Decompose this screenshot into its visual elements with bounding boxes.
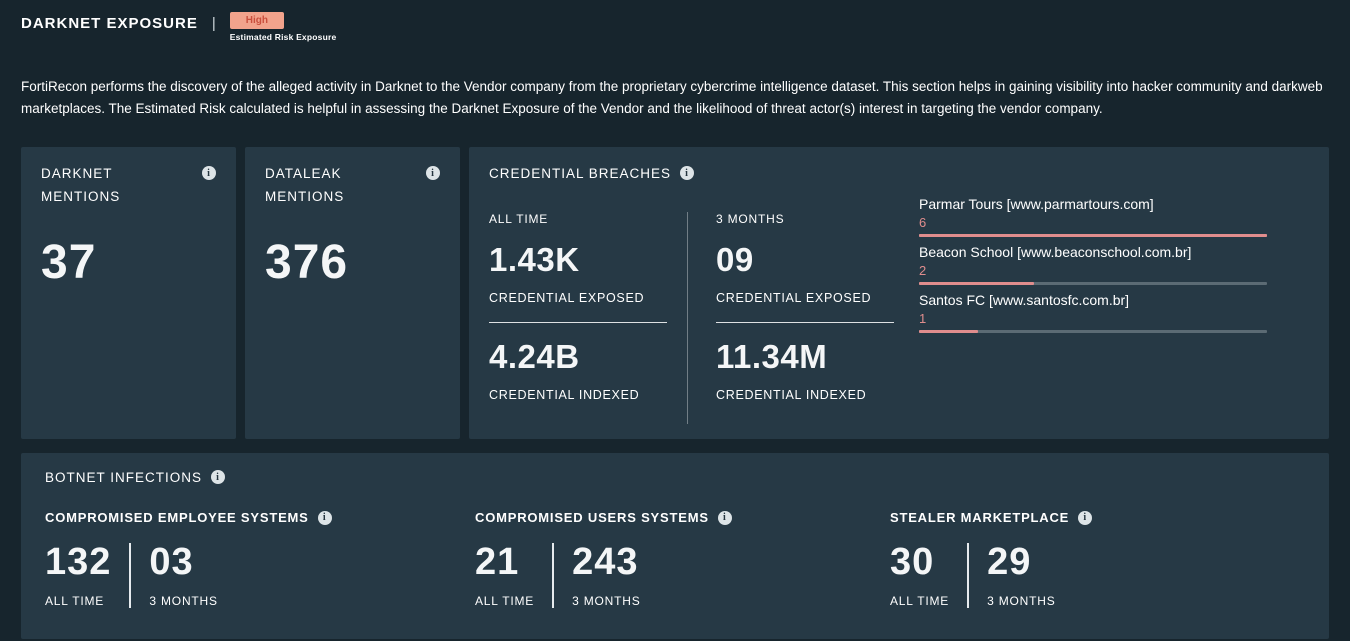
stat-value: 30 <box>890 541 949 584</box>
breach-bar <box>919 330 1267 333</box>
breach-bar <box>919 282 1267 285</box>
all-time-stat: 30 ALL TIME <box>890 541 949 608</box>
credential-breaches-body: ALL TIME 1.43K CREDENTIAL EXPOSED 4.24B … <box>489 186 1309 424</box>
credential-exposed-value: 09 <box>716 241 914 279</box>
breach-bar-fill <box>919 330 978 333</box>
credential-breaches-title: CREDENTIAL BREACHES i <box>489 163 1309 186</box>
credential-indexed-value: 11.34M <box>716 338 914 376</box>
breach-bar-fill <box>919 282 1034 285</box>
risk-exposure: High Estimated Risk Exposure <box>230 12 337 42</box>
list-item: Santos FC [www.santosfc.com.br] 1 <box>919 292 1267 333</box>
botnet-infections-title: BOTNET INFECTIONS i <box>45 467 1305 490</box>
stealer-marketplace-section: STEALER MARKETPLACE i 30 ALL TIME 29 3 M… <box>890 510 1305 608</box>
period-label: ALL TIME <box>489 212 687 226</box>
credential-indexed-label: CREDENTIAL INDEXED <box>716 388 914 402</box>
stat-value: 29 <box>987 541 1055 584</box>
compromised-employee-systems-section: COMPROMISED EMPLOYEE SYSTEMS i 132 ALL T… <box>45 510 475 608</box>
stat-value: 132 <box>45 541 111 584</box>
info-icon[interactable]: i <box>426 166 440 180</box>
credential-breaches-label: CREDENTIAL BREACHES <box>489 163 671 186</box>
stat-label: ALL TIME <box>475 594 534 608</box>
stats-row: 30 ALL TIME 29 3 MONTHS <box>890 541 1305 608</box>
stat-label: 3 MONTHS <box>572 594 640 608</box>
vertical-divider <box>129 543 131 608</box>
three-months-stat: 29 3 MONTHS <box>987 541 1055 608</box>
three-months-stat: 03 3 MONTHS <box>149 541 217 608</box>
stat-label: 3 MONTHS <box>149 594 217 608</box>
breach-bar <box>919 234 1267 237</box>
title-separator: | <box>212 12 216 32</box>
all-time-stat: 21 ALL TIME <box>475 541 534 608</box>
credential-indexed-value: 4.24B <box>489 338 687 376</box>
risk-caption: Estimated Risk Exposure <box>230 32 337 42</box>
compromised-users-systems-section: COMPROMISED USERS SYSTEMS i 21 ALL TIME … <box>475 510 890 608</box>
section-title: STEALER MARKETPLACE i <box>890 510 1305 525</box>
stat-value: 03 <box>149 541 217 584</box>
breach-count: 1 <box>919 311 1267 326</box>
stats-row: 21 ALL TIME 243 3 MONTHS <box>475 541 890 608</box>
credential-breaches-three-months-column: 3 MONTHS 09 CREDENTIAL EXPOSED 11.34M CR… <box>716 186 914 424</box>
stat-label: ALL TIME <box>45 594 111 608</box>
section-title: COMPROMISED USERS SYSTEMS i <box>475 510 890 525</box>
dataleak-mentions-card: DATALEAK MENTIONS i 376 <box>245 147 460 439</box>
credential-breaches-all-time-column: ALL TIME 1.43K CREDENTIAL EXPOSED 4.24B … <box>489 186 687 424</box>
info-icon[interactable]: i <box>680 166 694 180</box>
darknet-mentions-value: 37 <box>41 235 216 290</box>
risk-badge: High <box>230 12 284 29</box>
info-icon[interactable]: i <box>318 511 332 525</box>
page-header: DARKNET EXPOSURE | High Estimated Risk E… <box>21 12 1329 42</box>
dataleak-mentions-label: DATALEAK MENTIONS <box>265 163 370 209</box>
info-icon[interactable]: i <box>1078 511 1092 525</box>
credential-exposed-value: 1.43K <box>489 241 687 279</box>
breach-domain-name: Parmar Tours [www.parmartours.com] <box>919 196 1267 212</box>
breach-domain-name: Santos FC [www.santosfc.com.br] <box>919 292 1267 308</box>
botnet-sections: COMPROMISED EMPLOYEE SYSTEMS i 132 ALL T… <box>45 510 1305 608</box>
three-months-stat: 243 3 MONTHS <box>572 541 640 608</box>
divider <box>489 322 667 323</box>
breach-domain-name: Beacon School [www.beaconschool.com.br] <box>919 244 1267 260</box>
botnet-infections-card: BOTNET INFECTIONS i COMPROMISED EMPLOYEE… <box>21 453 1329 639</box>
darknet-mentions-title: DARKNET MENTIONS i <box>41 163 216 209</box>
section-label: COMPROMISED USERS SYSTEMS <box>475 510 709 525</box>
credential-exposed-label: CREDENTIAL EXPOSED <box>716 291 914 305</box>
stat-value: 243 <box>572 541 640 584</box>
stats-row: 132 ALL TIME 03 3 MONTHS <box>45 541 475 608</box>
credential-indexed-label: CREDENTIAL INDEXED <box>489 388 687 402</box>
vertical-divider <box>552 543 554 608</box>
page-title: DARKNET EXPOSURE <box>21 12 198 32</box>
list-item: Beacon School [www.beaconschool.com.br] … <box>919 244 1267 285</box>
vertical-divider <box>967 543 969 608</box>
dataleak-mentions-title: DATALEAK MENTIONS i <box>265 163 440 209</box>
darknet-mentions-card: DARKNET MENTIONS i 37 <box>21 147 236 439</box>
breach-bar-fill <box>919 234 1267 237</box>
darknet-mentions-label: DARKNET MENTIONS <box>41 163 193 209</box>
section-label: COMPROMISED EMPLOYEE SYSTEMS <box>45 510 309 525</box>
vertical-divider <box>687 212 688 424</box>
darknet-exposure-page: DARKNET EXPOSURE | High Estimated Risk E… <box>0 0 1350 641</box>
list-item: Parmar Tours [www.parmartours.com] 6 <box>919 196 1267 237</box>
breach-domain-list: Parmar Tours [www.parmartours.com] 6 Bea… <box>919 186 1267 424</box>
info-icon[interactable]: i <box>718 511 732 525</box>
breach-count: 6 <box>919 215 1267 230</box>
stat-label: ALL TIME <box>890 594 949 608</box>
cards-row: DARKNET MENTIONS i 37 DATALEAK MENTIONS … <box>21 147 1329 439</box>
stat-label: 3 MONTHS <box>987 594 1055 608</box>
credential-breaches-card: CREDENTIAL BREACHES i ALL TIME 1.43K CRE… <box>469 147 1329 439</box>
info-icon[interactable]: i <box>211 470 225 484</box>
breach-count: 2 <box>919 263 1267 278</box>
credential-exposed-label: CREDENTIAL EXPOSED <box>489 291 687 305</box>
section-title: COMPROMISED EMPLOYEE SYSTEMS i <box>45 510 475 525</box>
section-description: FortiRecon performs the discovery of the… <box>21 76 1329 119</box>
divider <box>716 322 894 323</box>
dataleak-mentions-value: 376 <box>265 235 440 290</box>
section-label: STEALER MARKETPLACE <box>890 510 1069 525</box>
stat-value: 21 <box>475 541 534 584</box>
info-icon[interactable]: i <box>202 166 216 180</box>
period-label: 3 MONTHS <box>716 212 914 226</box>
botnet-infections-label: BOTNET INFECTIONS <box>45 467 202 490</box>
all-time-stat: 132 ALL TIME <box>45 541 111 608</box>
